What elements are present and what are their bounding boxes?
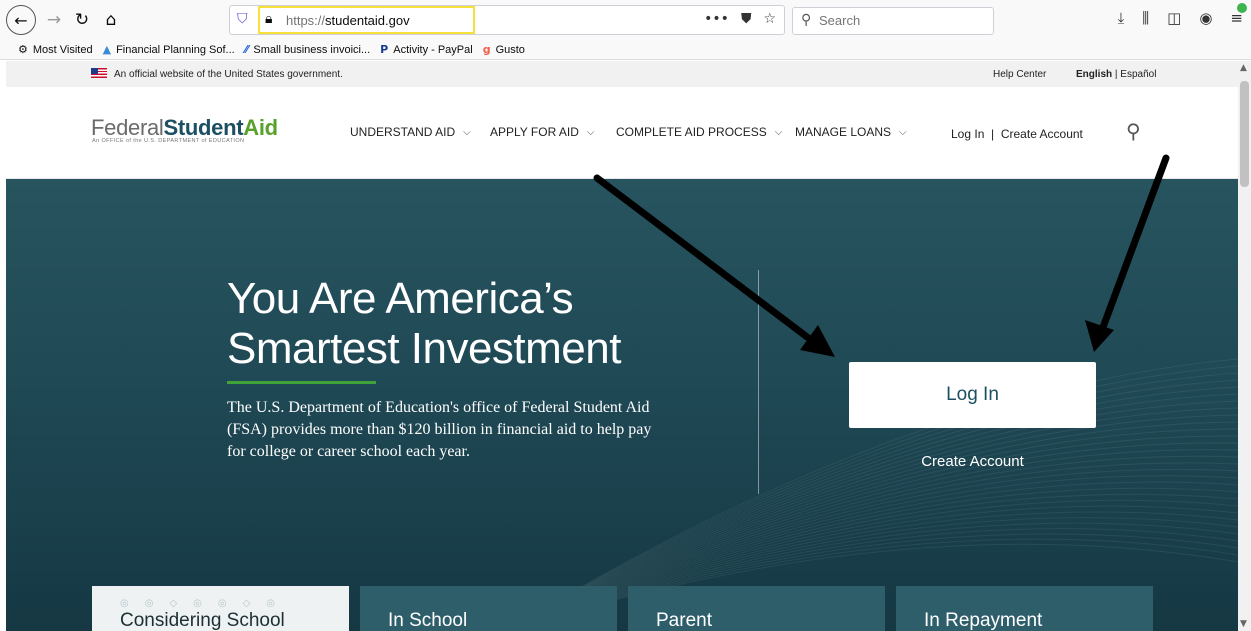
search-icon: ⚲ — [801, 12, 812, 28]
gear-icon: ⚙ — [18, 43, 28, 56]
scrollbar-thumb[interactable] — [1240, 81, 1249, 187]
site-header: FederalStudentAid An OFFICE of the U.S. … — [6, 87, 1238, 179]
us-flag-icon — [91, 68, 107, 78]
chevron-down-icon: ⌵ — [586, 126, 595, 138]
browser-search-input[interactable] — [819, 13, 979, 28]
browser-toolbar: ← → ↻ ⌂ ⛉ 🔒︎ https://studentaid.gov ••• … — [0, 0, 1251, 40]
forward-arrow-icon[interactable]: → — [44, 6, 64, 34]
scroll-up-icon[interactable]: ▲ — [1240, 63, 1247, 73]
bookmark-star-icon[interactable]: ☆ — [763, 11, 776, 27]
update-badge-icon — [1237, 3, 1247, 13]
nav-apply-for-aid[interactable]: APPLY FOR AID ⌵ — [490, 125, 595, 139]
card-in-repayment[interactable]: In Repayment — [896, 586, 1153, 631]
header-create-account-link[interactable]: Create Account — [1001, 127, 1083, 141]
card-parent[interactable]: Parent — [628, 586, 885, 631]
url-text[interactable]: https://studentaid.gov — [286, 13, 410, 28]
hero-title: You Are America’s Smartest Investment — [227, 274, 621, 373]
url-actions: ••• ⛊ ☆ — [704, 11, 776, 27]
gov-banner-text: An official website of the United States… — [114, 69, 343, 80]
card-in-school[interactable]: In School — [360, 586, 617, 631]
card-considering-school[interactable]: ◎◎◇◎◎◇◎ Considering School — [92, 586, 349, 631]
hero-description: The U.S. Department of Education's offic… — [227, 399, 652, 460]
bookmark-small-business[interactable]: ⁄⁄ Small business invoici... — [245, 43, 370, 56]
gusto-icon: g — [482, 43, 491, 56]
chevron-down-icon: ⌵ — [899, 126, 907, 138]
language-switch: English | Español — [1076, 69, 1157, 80]
scroll-down-icon[interactable]: ▼ — [1240, 619, 1247, 629]
toolbar-right-icons: ⤓ ⫼ ◫ ◉ ≡ — [1118, 3, 1247, 27]
lang-espanol[interactable]: Español — [1120, 69, 1156, 80]
hero-section: You Are America’s Smartest Investment The… — [6, 179, 1238, 631]
financial-planning-icon: ▲ — [102, 43, 112, 56]
search-icon[interactable]: ⚲ — [1126, 119, 1141, 143]
library-icon[interactable]: ⫼ — [1142, 9, 1149, 27]
studentaid-page: An official website of the United States… — [6, 61, 1238, 631]
chevron-down-icon: ⌵ — [463, 126, 471, 138]
lang-english[interactable]: English — [1076, 69, 1112, 80]
menu-icon[interactable]: ≡ — [1230, 3, 1247, 27]
download-icon[interactable]: ⤓ — [1118, 9, 1125, 27]
hero-divider — [758, 270, 759, 494]
login-button[interactable]: Log In — [849, 362, 1096, 428]
lock-icon[interactable]: 🔒︎ — [265, 11, 272, 27]
bookmark-most-visited[interactable]: ⚙ Most Visited — [18, 43, 93, 56]
create-account-link[interactable]: Create Account — [849, 453, 1096, 470]
back-arrow-icon[interactable]: ← — [6, 5, 36, 35]
bookmark-gusto[interactable]: g Gusto — [483, 43, 525, 56]
bookmarks-bar: ⚙ Most Visited ▲ Financial Planning Sof...… — [0, 40, 1251, 60]
gov-banner: An official website of the United States… — [6, 61, 1238, 87]
bookmark-financial-planning[interactable]: ▲ Financial Planning Sof... — [103, 43, 235, 56]
logo-subtitle: An OFFICE of the U.S. DEPARTMENT of EDUC… — [92, 138, 245, 144]
pocket-icon[interactable]: ⛊ — [741, 11, 752, 27]
bookmark-paypal[interactable]: P Activity - PayPal — [380, 43, 473, 56]
header-login-link[interactable]: Log In — [951, 127, 984, 141]
reload-icon[interactable]: ↻ — [72, 6, 92, 34]
url-bar[interactable]: ⛉ 🔒︎ https://studentaid.gov ••• ⛊ ☆ — [229, 5, 785, 35]
hero-title-underline — [227, 381, 376, 384]
sidebar-icon[interactable]: ◫ — [1167, 9, 1181, 27]
page-actions-icon[interactable]: ••• — [704, 11, 729, 27]
shield-icon[interactable]: ⛉ — [237, 11, 248, 27]
nav-understand-aid[interactable]: UNDERSTAND AID ⌵ — [350, 125, 471, 139]
chevron-down-icon: ⌵ — [774, 126, 783, 138]
nav-complete-aid-process[interactable]: COMPLETE AID PROCESS ⌵ — [616, 125, 782, 139]
page-scrollbar[interactable]: ▲ ▼ — [1238, 61, 1251, 631]
nav-manage-loans[interactable]: MANAGE LOANS ⌵ — [795, 125, 907, 139]
header-account-links: Log In | Create Account — [951, 127, 1083, 141]
browser-search-bar[interactable]: ⚲ — [792, 7, 994, 35]
card-decorative-icons: ◎◎◇◎◎◇◎ — [120, 598, 292, 609]
paypal-icon: P — [380, 43, 389, 56]
wave-icon: ⁄⁄ — [244, 43, 249, 56]
account-icon[interactable]: ◉ — [1199, 9, 1212, 27]
home-icon[interactable]: ⌂ — [100, 6, 122, 34]
help-center-link[interactable]: Help Center — [993, 69, 1046, 80]
